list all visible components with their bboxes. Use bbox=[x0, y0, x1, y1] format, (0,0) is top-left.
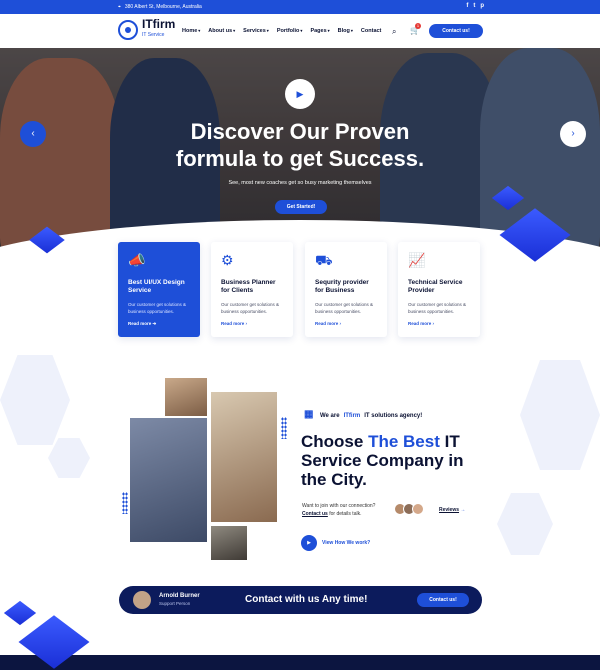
chevron-down-icon: ▾ bbox=[300, 28, 303, 33]
chevron-right-icon: › bbox=[432, 321, 435, 326]
read-more-link[interactable]: Read more ➔ bbox=[128, 321, 190, 327]
social-links: f t p bbox=[466, 3, 484, 9]
read-more-link[interactable]: Read more › bbox=[221, 321, 283, 326]
service-card[interactable]: 📣 Best UI/UX Design Service Our customer… bbox=[118, 242, 200, 337]
avatar bbox=[412, 503, 424, 515]
top-info-bar: ⌖ 380 Albert St, Melbourne, Australia f … bbox=[0, 0, 600, 14]
building-icon: ▦ bbox=[304, 409, 314, 420]
megaphone-icon: 📣 bbox=[128, 252, 146, 268]
team-photo bbox=[211, 392, 277, 522]
nav-item-portfolio[interactable]: Portfolio▾ bbox=[277, 28, 303, 34]
main-navigation: ITfirm IT Service Home▾ About us▾ Servic… bbox=[0, 14, 600, 48]
service-text: Our customer get solutions & business op… bbox=[315, 302, 374, 314]
chevron-down-icon: ▾ bbox=[266, 28, 269, 33]
nav-item-blog[interactable]: Blog▾ bbox=[338, 28, 353, 34]
chevron-right-icon: › bbox=[339, 321, 342, 326]
chevron-down-icon: ▾ bbox=[198, 28, 201, 33]
nav-item-about[interactable]: About us▾ bbox=[208, 28, 235, 34]
pinterest-icon[interactable]: p bbox=[480, 3, 484, 9]
service-title: Best UI/UX Design Service bbox=[128, 279, 185, 294]
avatar bbox=[133, 591, 151, 609]
location-icon: ⌖ bbox=[118, 4, 121, 10]
service-text: Our customer get solutions & business op… bbox=[128, 302, 187, 314]
chevron-down-icon: ▾ bbox=[233, 28, 236, 33]
decorative-hexagon bbox=[497, 493, 553, 555]
nav-menu: Home▾ About us▾ Services▾ Portfolio▾ Pag… bbox=[182, 28, 381, 34]
team-photo bbox=[211, 526, 247, 560]
service-card[interactable]: ⛟ Sequrity provider for Business Our cus… bbox=[305, 242, 387, 337]
service-title: Sequrity provider for Business bbox=[315, 279, 369, 294]
decorative-hexagon bbox=[48, 438, 90, 478]
chevron-down-icon: ▾ bbox=[350, 28, 353, 33]
team-photo bbox=[130, 418, 207, 542]
get-started-button[interactable]: Get Started! bbox=[275, 200, 327, 214]
truck-icon: ⛟ bbox=[315, 252, 333, 268]
reviewer-avatars bbox=[394, 503, 424, 515]
decorative-cube bbox=[3, 600, 37, 626]
chart-board-icon: 📈 bbox=[408, 252, 426, 268]
arrow-right-icon: ➔ bbox=[152, 321, 157, 326]
hero-title: Discover Our Proven formula to get Succe… bbox=[175, 119, 425, 171]
service-text: Our customer get solutions & business op… bbox=[408, 302, 467, 314]
support-role: Support Person bbox=[159, 601, 191, 606]
service-text: Our customer get solutions & business op… bbox=[221, 302, 280, 314]
nav-item-pages[interactable]: Pages▾ bbox=[310, 28, 329, 34]
slider-prev-arrow-icon[interactable]: ‹ bbox=[20, 121, 46, 147]
agency-tagline: ▦ We are ITfirm IT solutions agency! bbox=[304, 409, 422, 423]
contact-us-link[interactable]: Contact us bbox=[302, 511, 328, 517]
brand-subtitle: IT Service bbox=[142, 32, 165, 38]
brand-name: ITfirm bbox=[142, 17, 176, 31]
hero-play-button[interactable]: ▶ bbox=[285, 79, 315, 109]
decorative-hexagon bbox=[0, 355, 70, 445]
contact-us-button[interactable]: Contact us! bbox=[429, 24, 483, 38]
service-title: Technical Service Provider bbox=[408, 279, 463, 294]
decorative-hexagon bbox=[520, 360, 600, 470]
service-title: Business Planner for Clients bbox=[221, 279, 276, 294]
chevron-right-icon: › bbox=[245, 321, 248, 326]
reviews-link[interactable]: Reviews → bbox=[439, 507, 465, 513]
how-we-work-link[interactable]: View How We work? bbox=[322, 540, 370, 546]
search-icon[interactable]: ⌕ bbox=[392, 27, 396, 37]
support-name: Arnold Burner bbox=[159, 593, 200, 599]
service-card[interactable]: 📈 Technical Service Provider Our custome… bbox=[398, 242, 480, 337]
facebook-icon[interactable]: f bbox=[466, 3, 468, 9]
read-more-link[interactable]: Read more › bbox=[408, 321, 470, 326]
gear-icon: ⚙ bbox=[221, 252, 234, 268]
video-play-icon[interactable]: ▶ bbox=[301, 535, 317, 551]
contact-us-button[interactable]: Contact us! bbox=[417, 593, 469, 607]
contact-message: Contact with us Any time! bbox=[245, 594, 368, 605]
nav-item-contact[interactable]: Contact bbox=[361, 28, 381, 34]
chevron-down-icon: ▾ bbox=[327, 28, 330, 33]
nav-item-services[interactable]: Services▾ bbox=[243, 28, 269, 34]
contact-bar: Arnold Burner Support Person Contact wit… bbox=[119, 586, 482, 614]
decorative-dots bbox=[281, 417, 287, 439]
twitter-icon[interactable]: t bbox=[473, 3, 475, 9]
slider-next-arrow-icon[interactable]: › bbox=[560, 121, 586, 147]
about-heading: Choose The Best IT Service Company in th… bbox=[301, 432, 464, 489]
logo-icon bbox=[118, 20, 138, 40]
arrow-right-icon: → bbox=[460, 507, 466, 513]
address-text: 380 Albert St, Melbourne, Australia bbox=[124, 4, 202, 10]
footer-strip bbox=[0, 655, 600, 670]
decorative-dots bbox=[122, 492, 128, 514]
read-more-link[interactable]: Read more › bbox=[315, 321, 377, 326]
about-join-text: Want to join with our connection? Contac… bbox=[302, 503, 376, 517]
cart-badge: 1 bbox=[415, 23, 421, 29]
logo[interactable]: ITfirm IT Service bbox=[118, 17, 176, 41]
hero-subtitle: See, most new coaches get so busy market… bbox=[228, 180, 372, 186]
team-photo bbox=[165, 378, 207, 416]
cart-icon[interactable]: 🛒 1 bbox=[410, 23, 421, 35]
address: ⌖ 380 Albert St, Melbourne, Australia bbox=[118, 4, 202, 10]
service-card[interactable]: ⚙ Business Planner for Clients Our custo… bbox=[211, 242, 293, 337]
nav-item-home[interactable]: Home▾ bbox=[182, 28, 200, 34]
